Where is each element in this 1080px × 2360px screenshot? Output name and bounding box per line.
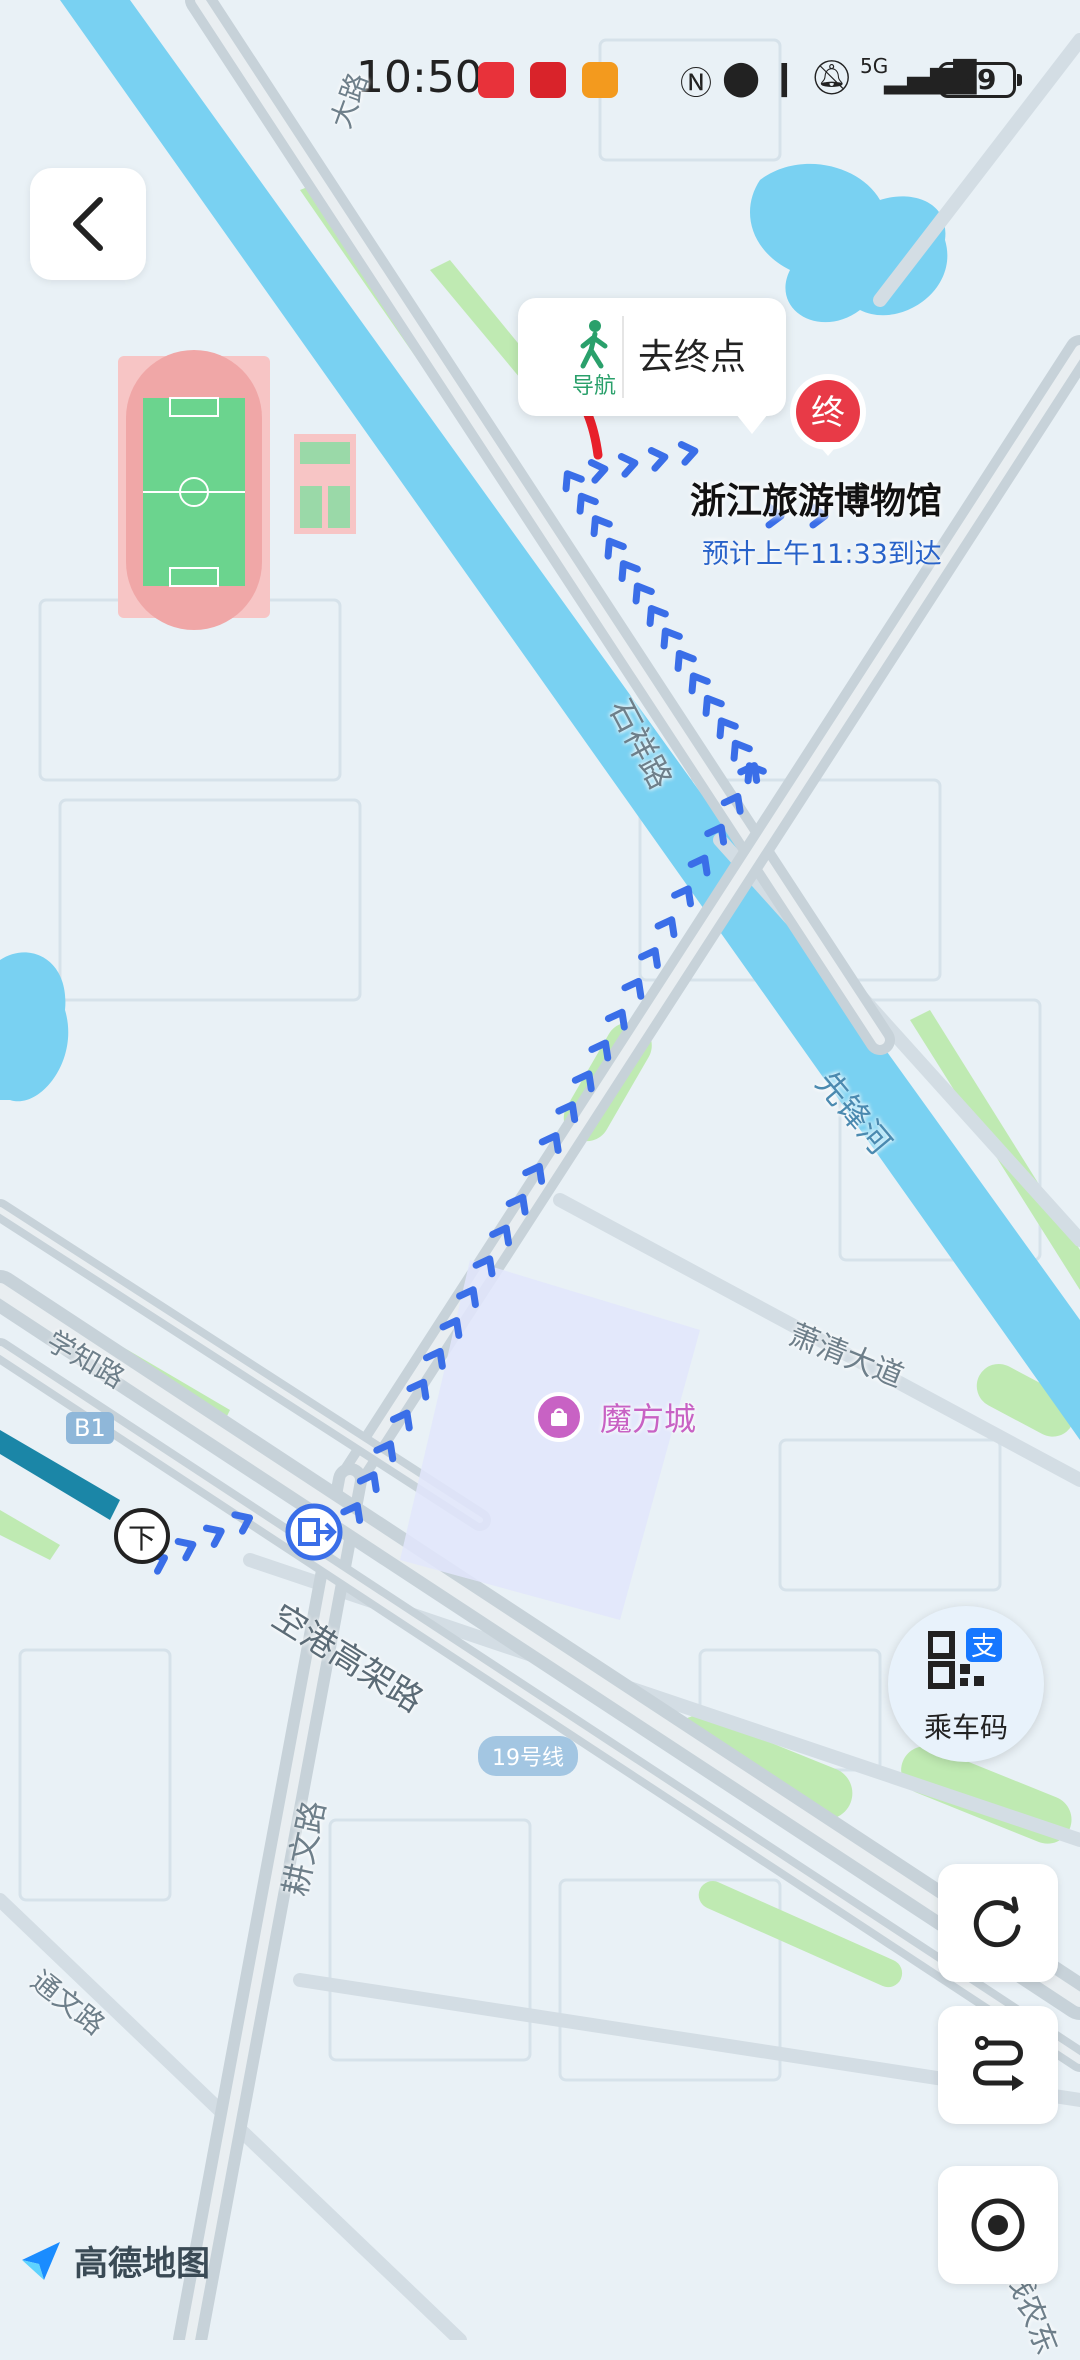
destination-eta: 预计上午11:33到达 [702,539,942,570]
locate-button[interactable] [938,2166,1058,2284]
route-button[interactable] [938,2006,1058,2124]
metro-line-badge: 19号线 [478,1736,578,1776]
navigation-arrow-icon [22,2241,60,2280]
route-icon [973,2036,1024,2091]
brand-logo: 高德地图 [18,2236,210,2285]
status-time: 10:50 [356,52,483,103]
destination-name[interactable]: 浙江旅游博物馆 [690,472,942,524]
svg-text:支: 支 [971,1632,997,1662]
end-marker-label: 终 [811,393,845,433]
video-app-icon [582,62,618,98]
ride-code-label: 乘车码 [923,1711,1008,1744]
back-button[interactable] [30,168,146,280]
go-destination-label[interactable]: 去终点 [638,328,746,380]
ride-code-button[interactable]: 支 乘车码 [888,1606,1044,1762]
poi-mofangcheng[interactable]: 魔方城 [534,1392,696,1442]
refresh-icon [973,1896,1021,1948]
battery-level: 59 [938,62,1022,98]
refresh-button[interactable] [938,1864,1058,1982]
exit-badge: B1 [66,1412,114,1444]
mute-icon: 🔕︎ [810,58,854,98]
get-off-marker[interactable]: 下 [114,1508,170,1564]
shopping-bag-icon [534,1392,584,1442]
walking-person-icon [580,320,608,369]
card-divider [622,316,624,398]
chevron-left-icon [73,197,103,251]
locate-icon [971,2198,1025,2252]
status-bar: 10:50 Ⓝ ⬤ ❙ 🔕︎ 5G ▂▄▆█ 59 [0,50,1080,110]
securities-app-icon [530,62,566,98]
nfc-icon: Ⓝ [680,64,713,102]
get-off-label: 下 [128,1522,156,1555]
navigation-card[interactable]: 导航 去终点 [518,298,786,434]
microphone-icon: ❙ [770,58,799,98]
qr-code-icon: 支 [928,1628,1002,1689]
brand-name: 高德地图 [74,2244,210,2284]
huawei-app-icon [478,62,514,98]
location-icon: ⬤ [722,58,761,98]
station-exit-icon[interactable] [285,1503,343,1561]
poi-label: 魔方城 [600,1400,697,1438]
